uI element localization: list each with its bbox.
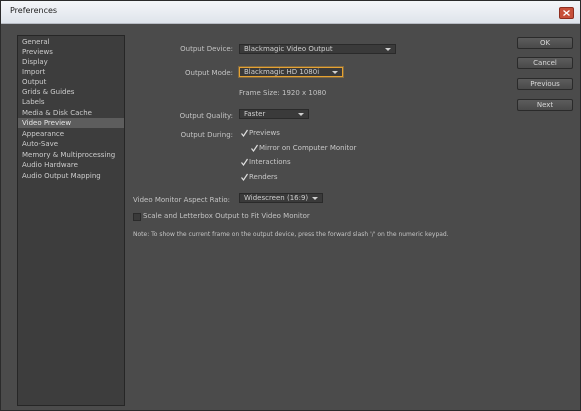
renders-label: Renders xyxy=(249,173,278,181)
sidebar-item-general[interactable]: General xyxy=(18,37,124,47)
scale-letterbox-label: Scale and Letterbox Output to Fit Video … xyxy=(143,212,310,220)
output-mode-select[interactable]: Blackmagic HD 1080i xyxy=(239,67,343,77)
title-bar: Preferences xyxy=(1,1,580,24)
sidebar-item-previews[interactable]: Previews xyxy=(18,47,124,57)
aspect-ratio-label: Video Monitor Aspect Ratio: xyxy=(133,196,231,204)
aspect-ratio-value: Widescreen (16:9) xyxy=(244,194,309,202)
close-icon xyxy=(563,10,570,16)
note-text: Note: To show the current frame on the o… xyxy=(133,231,449,238)
sidebar-item-grids-guides[interactable]: Grids & Guides xyxy=(18,87,124,97)
output-device-select[interactable]: Blackmagic Video Output xyxy=(239,44,396,54)
preferences-window: Preferences General Previews Display Imp… xyxy=(0,0,581,411)
category-list: General Previews Display Import Output G… xyxy=(17,35,125,406)
sidebar-item-audio-hardware[interactable]: Audio Hardware xyxy=(18,160,124,170)
output-device-value: Blackmagic Video Output xyxy=(244,45,333,53)
sidebar-item-auto-save[interactable]: Auto-Save xyxy=(18,139,124,149)
previews-label: Previews xyxy=(249,129,280,137)
chevron-down-icon xyxy=(385,48,391,51)
ok-button[interactable]: OK xyxy=(517,37,573,49)
sidebar-item-display[interactable]: Display xyxy=(18,57,124,67)
output-mode-value: Blackmagic HD 1080i xyxy=(244,68,320,76)
sidebar-item-media-disk-cache[interactable]: Media & Disk Cache xyxy=(18,108,124,118)
sidebar-item-labels[interactable]: Labels xyxy=(18,97,124,107)
scale-letterbox-checkbox[interactable] xyxy=(133,213,141,221)
output-device-label: Output Device: xyxy=(180,45,233,53)
chevron-down-icon xyxy=(312,197,318,200)
output-during-label: Output During: xyxy=(180,131,233,139)
sidebar-item-output[interactable]: Output xyxy=(18,77,124,87)
aspect-ratio-select[interactable]: Widescreen (16:9) xyxy=(239,193,323,203)
window-title: Preferences xyxy=(10,6,58,15)
checkmark-icon xyxy=(241,158,248,166)
checkmark-icon xyxy=(241,129,248,137)
output-quality-value: Faster xyxy=(244,110,266,118)
output-mode-label: Output Mode: xyxy=(185,69,233,77)
frame-size-text: Frame Size: 1920 x 1080 xyxy=(239,89,327,97)
checkmark-icon xyxy=(241,173,248,181)
interactions-label: Interactions xyxy=(249,158,291,166)
sidebar-item-memory-multiprocessing[interactable]: Memory & Multiprocessing xyxy=(18,150,124,160)
previous-button[interactable]: Previous xyxy=(517,78,573,90)
checkmark-icon xyxy=(251,144,258,152)
mirror-label: Mirror on Computer Monitor xyxy=(259,144,357,152)
sidebar-item-import[interactable]: Import xyxy=(18,67,124,77)
sidebar-item-audio-output-mapping[interactable]: Audio Output Mapping xyxy=(18,171,124,181)
chevron-down-icon xyxy=(298,113,304,116)
sidebar-item-video-preview[interactable]: Video Preview xyxy=(18,118,124,128)
cancel-button[interactable]: Cancel xyxy=(517,57,573,69)
output-quality-label: Output Quality: xyxy=(179,112,233,120)
chevron-down-icon xyxy=(332,71,338,74)
output-quality-select[interactable]: Faster xyxy=(239,109,309,119)
next-button[interactable]: Next xyxy=(517,99,573,111)
close-button[interactable] xyxy=(559,7,574,19)
sidebar-item-appearance[interactable]: Appearance xyxy=(18,129,124,139)
